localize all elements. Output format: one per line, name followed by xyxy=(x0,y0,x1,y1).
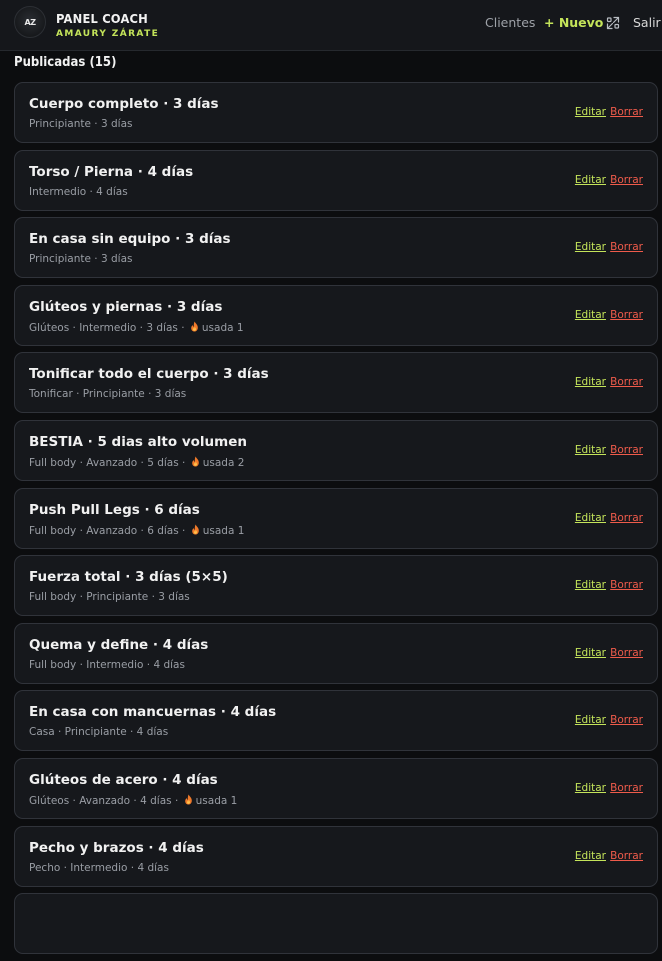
routine-title: Cuerpo completo · 3 días xyxy=(29,96,219,112)
fire-icon xyxy=(184,794,192,805)
brand-logo[interactable]: AZ xyxy=(14,6,46,38)
routine-title: BESTIA · 5 dias alto volumen xyxy=(29,433,247,450)
routine-card[interactable]: En casa sin equipo · 3 días Principiante… xyxy=(14,217,658,279)
routine-card[interactable]: BESTIA · 5 dias alto volumen Full body ·… xyxy=(14,419,658,481)
routine-title: En casa sin equipo · 3 días xyxy=(29,231,231,248)
routine-meta: Glúteos · Avanzado · 4 días · usada 1 xyxy=(29,794,238,807)
edit-link[interactable]: Editar xyxy=(575,106,606,118)
fire-icon xyxy=(191,524,199,535)
routine-title: Tonificar todo el cuerpo · 3 días xyxy=(29,366,269,383)
panel-title: PANEL COACH xyxy=(56,11,148,26)
delete-link[interactable]: Borrar xyxy=(610,241,643,253)
routine-meta: Full body · Avanzado · 5 días · usada 2 xyxy=(29,456,245,469)
delete-link[interactable]: Borrar xyxy=(610,850,643,862)
edit-link[interactable]: Editar xyxy=(575,647,606,659)
edit-link[interactable]: Editar xyxy=(575,579,606,591)
routine-meta: Principiante · 3 días xyxy=(29,118,133,130)
routine-title: En casa con mancuernas · 4 días xyxy=(29,704,277,721)
routine-meta: Full body · Principiante · 3 días xyxy=(29,591,190,604)
delete-link[interactable]: Borrar xyxy=(610,444,643,456)
routine-card[interactable]: Glúteos de acero · 4 días Glúteos · Avan… xyxy=(14,757,658,819)
routine-card[interactable]: Torso / Pierna · 4 días Intermedio · 4 d… xyxy=(14,149,658,211)
routine-card[interactable]: Pecho y brazos · 4 días Pecho · Intermed… xyxy=(14,825,658,887)
routine-title: Torso / Pierna · 4 días xyxy=(29,163,194,180)
coach-name: AMAURY ZÁRATE xyxy=(56,29,160,39)
nav-new-button[interactable]: + Nuevo xyxy=(544,15,603,30)
delete-link[interactable]: Borrar xyxy=(610,714,643,726)
edit-link[interactable]: Editar xyxy=(575,174,606,186)
routine-title: Glúteos de acero · 4 días xyxy=(29,771,218,788)
nav-clientes-link[interactable]: Clientes xyxy=(485,15,535,30)
routine-meta: Full body · Intermedio · 4 días xyxy=(29,658,185,671)
routine-meta: Glúteos · Intermedio · 3 días · usada 1 xyxy=(29,321,244,334)
usage-count: usada 1 xyxy=(195,794,238,807)
delete-link[interactable]: Borrar xyxy=(610,647,643,659)
delete-link[interactable]: Borrar xyxy=(610,782,643,794)
usage-count: usada 1 xyxy=(202,524,245,537)
edit-link[interactable]: Editar xyxy=(575,444,606,456)
arrows-swap-icon[interactable] xyxy=(606,16,620,30)
routine-card[interactable]: Fuerza total · 3 días (5×5) Full body · … xyxy=(14,555,658,617)
edit-link[interactable]: Editar xyxy=(575,376,606,388)
fire-icon xyxy=(191,321,198,332)
delete-link[interactable]: Borrar xyxy=(610,309,643,321)
routine-list: Cuerpo completo · 3 días Principiante · … xyxy=(14,82,658,961)
logout-link[interactable]: Salir xyxy=(633,15,661,30)
usage-count: usada 2 xyxy=(202,456,245,469)
routine-card[interactable]: Cuerpo completo · 3 días Principiante · … xyxy=(14,82,658,143)
routine-meta: Casa · Principiante · 4 días xyxy=(29,726,169,739)
fire-icon xyxy=(191,456,199,467)
delete-link[interactable]: Borrar xyxy=(610,106,643,118)
routine-card[interactable]: Tonificar todo el cuerpo · 3 días Tonifi… xyxy=(14,352,658,414)
routine-card[interactable]: En casa con mancuernas · 4 días Casa · P… xyxy=(14,690,658,752)
delete-link[interactable]: Borrar xyxy=(610,579,643,591)
routine-title: Glúteos y piernas · 3 días xyxy=(29,298,223,315)
delete-link[interactable]: Borrar xyxy=(610,512,643,524)
edit-link[interactable]: Editar xyxy=(575,850,606,862)
routine-meta: Tonificar · Principiante · 3 días xyxy=(29,388,187,401)
routine-card[interactable]: Push Pull Legs · 6 días Full body · Avan… xyxy=(14,487,658,549)
routine-card[interactable]: Glúteos y piernas · 3 días Glúteos · Int… xyxy=(14,284,658,346)
edit-link[interactable]: Editar xyxy=(575,782,606,794)
edit-link[interactable]: Editar xyxy=(575,241,606,253)
top-bar: AZ PANEL COACH AMAURY ZÁRATE Clientes + … xyxy=(0,0,662,51)
logo-text: AZ xyxy=(24,17,37,27)
published-heading: Publicadas (15) xyxy=(14,55,117,70)
edit-link[interactable]: Editar xyxy=(575,512,606,524)
edit-link[interactable]: Editar xyxy=(575,309,606,321)
edit-link[interactable]: Editar xyxy=(575,714,606,726)
routine-meta: Pecho · Intermedio · 4 días xyxy=(29,861,169,874)
routine-meta: Full body · Avanzado · 6 días · usada 1 xyxy=(29,524,245,537)
delete-link[interactable]: Borrar xyxy=(610,376,643,388)
routine-meta: Principiante · 3 días xyxy=(29,253,133,266)
delete-link[interactable]: Borrar xyxy=(610,174,643,186)
routine-title: Push Pull Legs · 6 días xyxy=(29,501,200,518)
routine-card-partial[interactable] xyxy=(14,893,658,955)
routine-card[interactable]: Quema y define · 4 días Full body · Inte… xyxy=(14,622,658,684)
usage-count: usada 1 xyxy=(201,321,244,334)
routine-title: Fuerza total · 3 días (5×5) xyxy=(29,569,228,586)
routine-meta: Intermedio · 4 días xyxy=(29,185,128,198)
routine-title: Quema y define · 4 días xyxy=(29,636,209,653)
routine-title: Pecho y brazos · 4 días xyxy=(29,839,204,856)
